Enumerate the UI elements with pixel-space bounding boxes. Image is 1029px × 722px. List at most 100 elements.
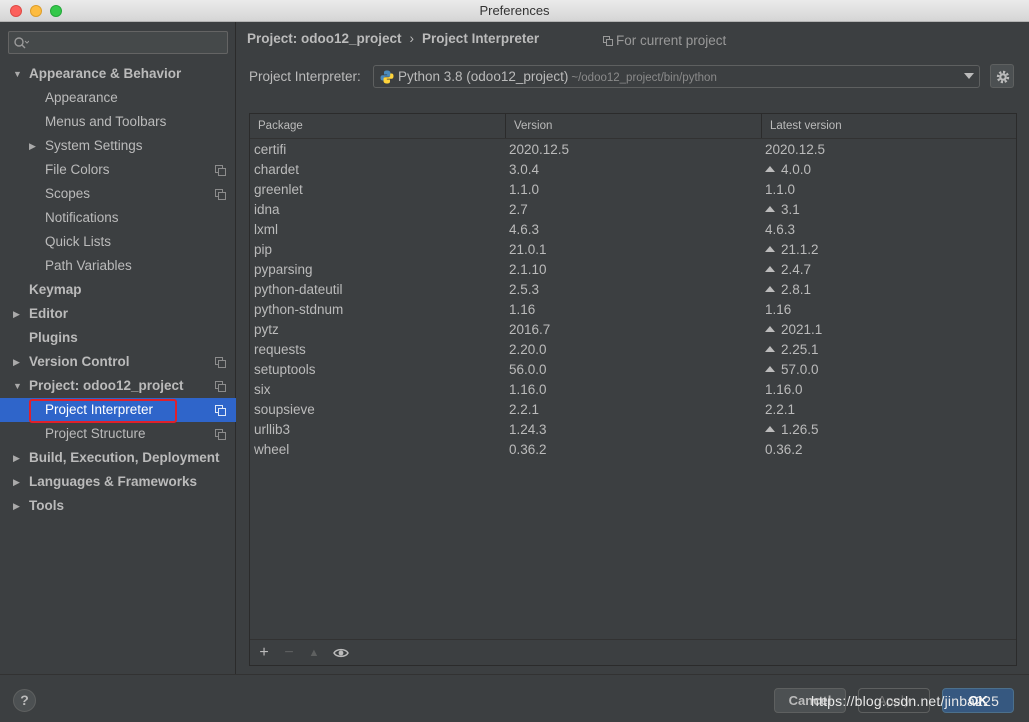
project-level-icon	[215, 381, 226, 392]
package-name-cell: soupsieve	[254, 400, 315, 420]
package-name-cell: requests	[254, 340, 306, 360]
sidebar-item-appearance-behavior[interactable]: ▼ Appearance & Behavior	[0, 62, 236, 86]
sidebar-item-scopes[interactable]: Scopes	[0, 182, 236, 206]
package-version-cell: 21.0.1	[509, 240, 547, 260]
package-version-cell: 2020.12.5	[509, 140, 569, 160]
sidebar-item-appearance[interactable]: Appearance	[0, 86, 236, 110]
sidebar-item-languages-frameworks[interactable]: ▶ Languages & Frameworks	[0, 470, 236, 494]
sidebar-item-project-structure[interactable]: Project Structure	[0, 422, 236, 446]
chevron-right-icon[interactable]: ▶	[13, 357, 23, 367]
sidebar-item-path-variables[interactable]: Path Variables	[0, 254, 236, 278]
table-row[interactable]: pytz 2016.7 2021.1	[250, 320, 1016, 340]
package-name-cell: setuptools	[254, 360, 316, 380]
table-row[interactable]: urllib3 1.24.3 1.26.5	[250, 420, 1016, 440]
package-name-cell-text: pytz	[254, 322, 279, 337]
package-name-cell: urllib3	[254, 420, 290, 440]
interpreter-dropdown[interactable]: Python 3.8 (odoo12_project) ~/odoo12_proj…	[373, 65, 980, 88]
sidebar-item-system-settings[interactable]: ▶ System Settings	[0, 134, 236, 158]
table-row[interactable]: requests 2.20.0 2.25.1	[250, 340, 1016, 360]
package-name-cell-text: lxml	[254, 222, 278, 237]
upgrade-package-button[interactable]: ▲	[305, 644, 323, 662]
table-row[interactable]: idna 2.7 3.1	[250, 200, 1016, 220]
chevron-right-icon[interactable]: ▶	[13, 453, 23, 463]
search-input[interactable]	[31, 34, 223, 51]
close-window-button[interactable]	[10, 5, 22, 17]
show-early-releases-button[interactable]	[332, 644, 350, 662]
chevron-right-icon[interactable]: ▶	[13, 501, 23, 511]
table-row[interactable]: setuptools 56.0.0 57.0.0	[250, 360, 1016, 380]
table-row[interactable]: wheel 0.36.2 0.36.2	[250, 440, 1016, 460]
package-version-cell-text: 2.7	[509, 202, 528, 217]
window-title: Preferences	[479, 3, 550, 18]
package-name-cell-text: requests	[254, 342, 306, 357]
help-button[interactable]: ?	[13, 689, 36, 712]
python-icon	[380, 70, 394, 84]
breadcrumb-separator: ›	[409, 31, 415, 46]
sidebar-item-plugins[interactable]: Plugins	[0, 326, 236, 350]
sidebar-item-editor[interactable]: ▶ Editor	[0, 302, 236, 326]
latest-version-cell-text: 21.1.2	[781, 242, 819, 257]
sidebar-item-label: Project Structure	[45, 426, 146, 441]
remove-package-button[interactable]: −	[280, 644, 298, 662]
column-header-latest-version[interactable]: Latest version	[762, 114, 1016, 138]
latest-version-cell-text: 2021.1	[781, 322, 823, 337]
sidebar-item-label: Appearance	[45, 90, 118, 105]
package-version-cell-text: 3.0.4	[509, 162, 540, 177]
interpreter-settings-button[interactable]	[990, 64, 1014, 88]
table-row[interactable]: greenlet 1.1.0 1.1.0	[250, 180, 1016, 200]
sidebar-item-quick-lists[interactable]: Quick Lists	[0, 230, 236, 254]
chevron-down-icon[interactable]: ▼	[13, 381, 23, 391]
sidebar-item-notifications[interactable]: Notifications	[0, 206, 236, 230]
add-package-button[interactable]: +	[255, 644, 273, 662]
chevron-down-icon[interactable]: ▼	[13, 69, 23, 79]
table-row[interactable]: certifi 2020.12.5 2020.12.5	[250, 140, 1016, 160]
table-row[interactable]: pyparsing 2.1.10 2.4.7	[250, 260, 1016, 280]
settings-search-field[interactable]	[8, 31, 228, 54]
search-icon	[14, 37, 29, 49]
table-row[interactable]: soupsieve 2.2.1 2.2.1	[250, 400, 1016, 420]
latest-version-cell-text: 1.26.5	[781, 422, 819, 437]
package-version-cell: 2.2.1	[509, 400, 539, 420]
upgrade-available-icon	[765, 286, 775, 292]
package-version-cell-text: 2016.7	[509, 322, 551, 337]
table-header: Package Version Latest version	[250, 114, 1016, 139]
sidebar-item-label: Scopes	[45, 186, 91, 201]
table-row[interactable]: lxml 4.6.3 4.6.3	[250, 220, 1016, 240]
package-name-cell-text: greenlet	[254, 182, 303, 197]
latest-version-cell: 4.0.0	[765, 160, 811, 180]
sidebar-item-project-interpreter[interactable]: Project Interpreter	[0, 398, 236, 423]
minimize-window-button[interactable]	[30, 5, 42, 17]
latest-version-cell: 2020.12.5	[765, 140, 825, 160]
package-name-cell: wheel	[254, 440, 289, 460]
chevron-right-icon[interactable]: ▶	[13, 309, 23, 319]
sidebar-item-keymap[interactable]: Keymap	[0, 278, 236, 302]
table-row[interactable]: python-stdnum 1.16 1.16	[250, 300, 1016, 320]
column-header-version[interactable]: Version	[506, 114, 762, 138]
table-row[interactable]: chardet 3.0.4 4.0.0	[250, 160, 1016, 180]
gear-icon	[996, 70, 1010, 84]
table-row[interactable]: pip 21.0.1 21.1.2	[250, 240, 1016, 260]
package-name-cell: python-stdnum	[254, 300, 343, 320]
sidebar-item-menus-and-toolbars[interactable]: Menus and Toolbars	[0, 110, 236, 134]
zoom-window-button[interactable]	[50, 5, 62, 17]
sidebar-item-version-control[interactable]: ▶ Version Control	[0, 350, 236, 374]
sidebar-item-file-colors[interactable]: File Colors	[0, 158, 236, 182]
sidebar-item-label: Build, Execution, Deployment	[29, 450, 220, 465]
sidebar-item-tools[interactable]: ▶ Tools	[0, 494, 236, 518]
package-version-cell-text: 4.6.3	[509, 222, 540, 237]
chevron-right-icon[interactable]: ▶	[13, 477, 23, 487]
settings-sidebar: ▼ Appearance & Behavior Appearance Menus an…	[0, 22, 236, 674]
table-row[interactable]: python-dateutil 2.5.3 2.8.1	[250, 280, 1016, 300]
latest-version-cell: 21.1.2	[765, 240, 819, 260]
latest-version-cell-text: 0.36.2	[765, 442, 803, 457]
latest-version-cell: 2.4.7	[765, 260, 811, 280]
watermark: https://blog.csdn.net/jinba225	[811, 693, 1000, 709]
column-header-package[interactable]: Package	[250, 114, 506, 138]
breadcrumb-page: Project Interpreter	[422, 31, 540, 46]
table-row[interactable]: six 1.16.0 1.16.0	[250, 380, 1016, 400]
chevron-right-icon[interactable]: ▶	[29, 141, 39, 151]
sidebar-item-build-execution-deployment[interactable]: ▶ Build, Execution, Deployment	[0, 446, 236, 470]
sidebar-item-project-odoo12-project[interactable]: ▼ Project: odoo12_project	[0, 374, 236, 398]
package-version-cell: 1.16.0	[509, 380, 547, 400]
latest-version-cell: 57.0.0	[765, 360, 819, 380]
